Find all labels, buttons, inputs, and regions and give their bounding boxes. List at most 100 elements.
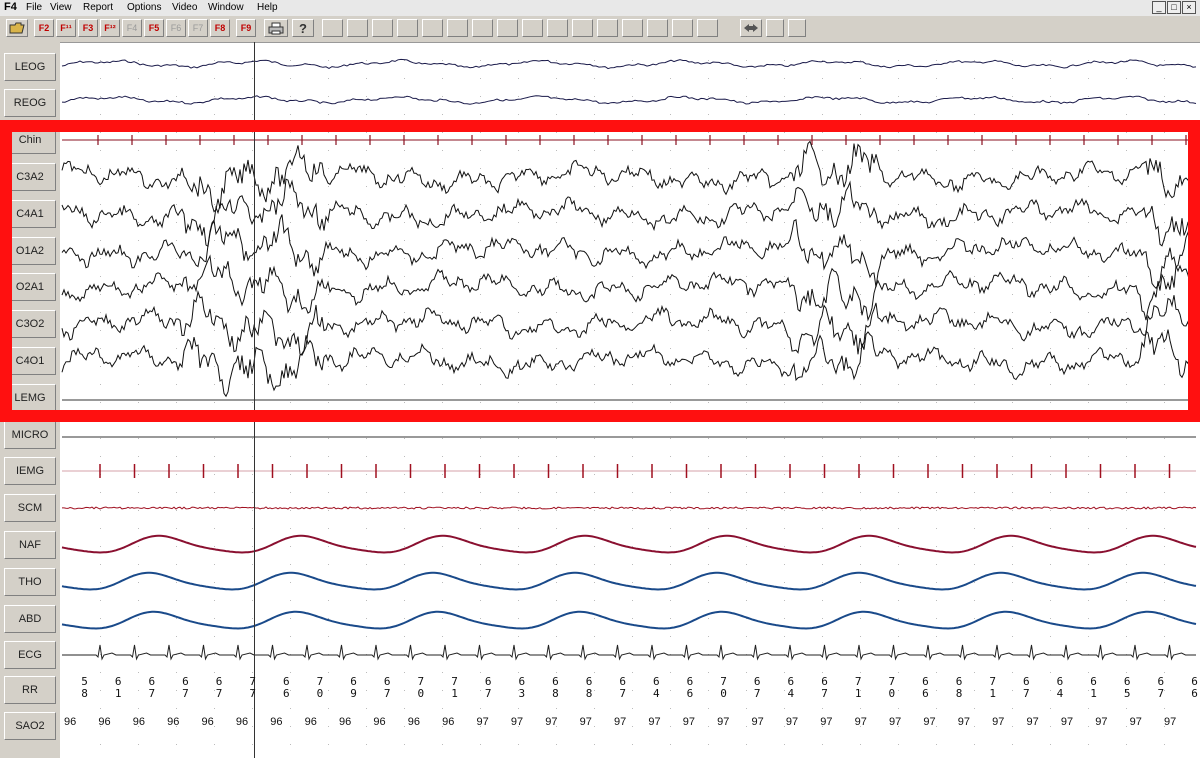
rr-value: 67 bbox=[215, 675, 223, 700]
sao2-value: 97 bbox=[923, 716, 936, 728]
menu-video[interactable]: Video bbox=[172, 2, 197, 13]
sao2-value: 97 bbox=[579, 716, 592, 728]
menu-view[interactable]: View bbox=[50, 2, 72, 13]
f4-button[interactable]: F4 bbox=[122, 19, 142, 37]
toolbar-button-b[interactable] bbox=[788, 19, 806, 37]
rr-value: 58 bbox=[81, 675, 88, 700]
rr-value: 67 bbox=[1157, 675, 1165, 700]
rr-value: 70 bbox=[417, 675, 425, 700]
toolbar-blank-button[interactable] bbox=[422, 19, 443, 37]
minimize-button[interactable]: _ bbox=[1152, 1, 1166, 14]
f2-button[interactable]: F2 bbox=[34, 19, 54, 37]
sao2-value: 97 bbox=[614, 716, 627, 728]
trace-c3a2 bbox=[61, 140, 1197, 213]
menu-file[interactable]: File bbox=[26, 2, 42, 13]
f5-button[interactable]: F5 bbox=[144, 19, 164, 37]
channel-label-reog[interactable]: REOG bbox=[4, 89, 56, 117]
channel-label-micro[interactable]: MICRO bbox=[4, 421, 56, 449]
sao2-value: 97 bbox=[889, 716, 902, 728]
channel-label-c3o2[interactable]: C3O2 bbox=[4, 310, 56, 338]
sao2-value: 96 bbox=[373, 716, 386, 728]
toolbar-blank-button[interactable] bbox=[647, 19, 668, 37]
toolbar-blank-button[interactable] bbox=[572, 19, 593, 37]
channel-label-o1a2[interactable]: O1A2 bbox=[4, 237, 56, 265]
toolbar-button-a[interactable] bbox=[766, 19, 784, 37]
channel-label-leog[interactable]: LEOG bbox=[4, 53, 56, 81]
maximize-button[interactable]: □ bbox=[1167, 1, 1181, 14]
close-button[interactable]: × bbox=[1182, 1, 1196, 14]
toolbar-blank-button[interactable] bbox=[447, 19, 468, 37]
help-icon[interactable]: ? bbox=[292, 19, 314, 37]
toolbar: F2 F¹¹ F3 F¹² F4 F5 F6 F7 F8 F9 ? bbox=[0, 16, 1200, 43]
channel-label-c3a2[interactable]: C3A2 bbox=[4, 163, 56, 191]
rr-value: 63 bbox=[518, 675, 526, 700]
toolbar-blank-button[interactable] bbox=[597, 19, 618, 37]
sao2-value: 96 bbox=[235, 716, 249, 728]
channel-label-scm[interactable]: SCM bbox=[4, 494, 56, 522]
channel-label-iemg[interactable]: IEMG bbox=[4, 457, 56, 485]
rr-value: 71 bbox=[854, 675, 862, 700]
sao2-value: 97 bbox=[1164, 716, 1177, 728]
rr-value: 64 bbox=[787, 675, 795, 700]
channel-label-c4o1[interactable]: C4O1 bbox=[4, 347, 56, 375]
toolbar-blank-button[interactable] bbox=[497, 19, 518, 37]
navigate-icon[interactable] bbox=[740, 19, 762, 37]
f9-button[interactable]: F9 bbox=[236, 19, 256, 37]
rr-value: 67 bbox=[619, 675, 626, 700]
rr-values-row: 58 61 67 67 67 77 66 70 69 67 70 71 67 63 68 68 67 64 66 70… bbox=[60, 674, 1200, 710]
trace-chin-spikes bbox=[97, 135, 1187, 145]
channel-label-sao2[interactable]: SAO2 bbox=[4, 712, 56, 740]
menu-options[interactable]: Options bbox=[127, 2, 161, 13]
channel-label-c4a1[interactable]: C4A1 bbox=[4, 200, 56, 228]
sao2-value: 97 bbox=[682, 716, 695, 728]
rr-value: 61 bbox=[114, 675, 122, 700]
f6-button[interactable]: F6 bbox=[166, 19, 186, 37]
toolbar-blank-button[interactable] bbox=[547, 19, 568, 37]
sao2-value: 97 bbox=[820, 716, 833, 728]
f7-button[interactable]: F7 bbox=[188, 19, 208, 37]
rr-value: 66 bbox=[1191, 675, 1198, 700]
f8-button[interactable]: F8 bbox=[210, 19, 230, 37]
sao2-value: 97 bbox=[648, 716, 661, 728]
channel-label-lemg[interactable]: LEMG bbox=[4, 384, 56, 412]
toolbar-blank-button[interactable] bbox=[697, 19, 718, 37]
print-icon[interactable] bbox=[264, 19, 288, 37]
toolbar-blank-button[interactable] bbox=[672, 19, 693, 37]
channel-label-chin[interactable]: Chin bbox=[4, 126, 56, 154]
toolbar-blank-button[interactable] bbox=[622, 19, 643, 37]
trace-c4a1 bbox=[61, 178, 1197, 248]
channel-label-tho[interactable]: THO bbox=[4, 568, 56, 596]
toolbar-blank-button[interactable] bbox=[347, 19, 368, 37]
sao2-value: 96 bbox=[201, 716, 214, 728]
toolbar-blank-button[interactable] bbox=[472, 19, 493, 37]
menu-help[interactable]: Help bbox=[257, 2, 278, 13]
rr-value: 67 bbox=[484, 675, 492, 700]
channel-label-o2a1[interactable]: O2A1 bbox=[4, 273, 56, 301]
sao2-value: 96 bbox=[304, 716, 317, 728]
trace-naf bbox=[61, 534, 1197, 554]
rr-value: 70 bbox=[888, 675, 896, 700]
channel-label-naf[interactable]: NAF bbox=[4, 531, 56, 559]
sao2-value: 97 bbox=[1026, 716, 1039, 728]
rr-value: 65 bbox=[1123, 675, 1131, 700]
sao2-value: 96 bbox=[270, 716, 283, 728]
f11-button[interactable]: F¹¹ bbox=[56, 19, 76, 37]
toolbar-blank-button[interactable] bbox=[397, 19, 418, 37]
rr-value: 69 bbox=[350, 675, 357, 700]
time-cursor[interactable] bbox=[254, 42, 255, 758]
channel-label-ecg[interactable]: ECG bbox=[4, 641, 56, 669]
rr-value: 67 bbox=[383, 675, 391, 700]
sao2-value: 96 bbox=[132, 716, 145, 728]
menu-report[interactable]: Report bbox=[83, 2, 113, 13]
channel-label-rr[interactable]: RR bbox=[4, 676, 56, 704]
f12-button[interactable]: F¹² bbox=[100, 19, 120, 37]
channel-label-abd[interactable]: ABD bbox=[4, 605, 56, 633]
channel-labels: LEOG REOG Chin C3A2 C4A1 O1A2 O2A1 C3O2 C4O1 LEMG… bbox=[0, 42, 60, 758]
f3-button[interactable]: F3 bbox=[78, 19, 98, 37]
open-folder-icon[interactable] bbox=[6, 19, 28, 37]
sao2-value: 97 bbox=[717, 716, 730, 728]
toolbar-blank-button[interactable] bbox=[522, 19, 543, 37]
toolbar-blank-button[interactable] bbox=[372, 19, 393, 37]
menu-window[interactable]: Window bbox=[208, 2, 244, 13]
toolbar-blank-button[interactable] bbox=[322, 19, 343, 37]
